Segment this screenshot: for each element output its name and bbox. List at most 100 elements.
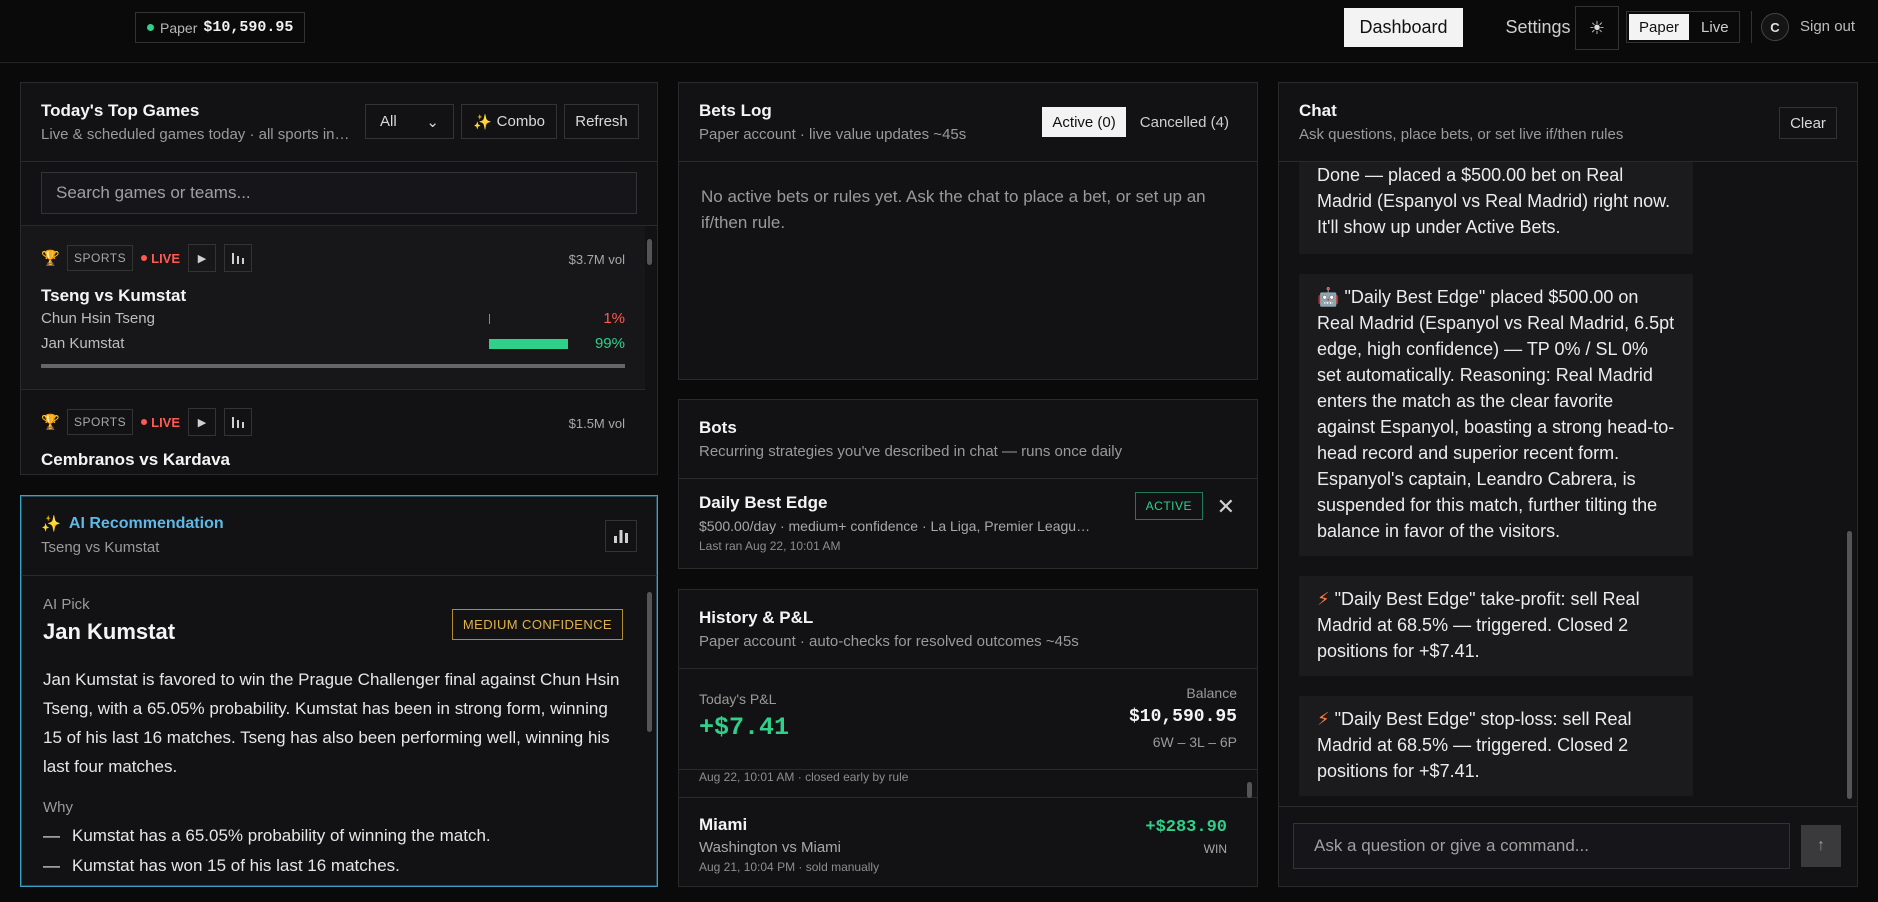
play-icon[interactable]: ▶ (188, 244, 217, 272)
account-label: Paper (160, 19, 198, 36)
trophy-icon: 🏆 (41, 250, 60, 267)
close-icon[interactable]: ✕ (1217, 494, 1235, 520)
avatar[interactable]: C (1761, 13, 1789, 41)
clear-chat-button[interactable]: Clear (1779, 107, 1837, 139)
history-amount-block: +$283.90 WIN (1145, 818, 1227, 856)
game-search-input[interactable] (41, 172, 637, 214)
header-divider (1751, 11, 1752, 43)
outcome-bar-low (489, 314, 490, 324)
outcome-row: Jan Kumstat 99% (41, 331, 625, 356)
win-loss-record: 6W – 3L – 6P (1152, 734, 1237, 750)
pnl-summary: Today's P&L +$7.41 Balance $10,590.95 6W… (679, 669, 1257, 770)
ai-summary: Jan Kumstat is favored to win the Prague… (43, 670, 620, 776)
chat-scroll-thumb[interactable] (1847, 531, 1852, 799)
ai-recommendation-body: AI Pick Jan Kumstat MEDIUM CONFIDENCE Ja… (21, 576, 657, 876)
outcome-name: Chun Hsin Tseng (41, 310, 155, 327)
chat-subtitle: Ask questions, place bets, or set live i… (1299, 126, 1624, 143)
game-volume: $1.5M vol (568, 416, 625, 431)
chat-message: 🤖 "Daily Best Edge" placed $500.00 on Re… (1299, 274, 1693, 556)
nav-dashboard[interactable]: Dashboard (1344, 8, 1463, 47)
bots-subtitle: Recurring strategies you've described in… (699, 443, 1123, 460)
history-subtitle: Paper account · auto-checks for resolved… (699, 633, 1079, 650)
chat-input[interactable] (1293, 823, 1790, 869)
why-text: Kumstat has won 15 of his last 16 matche… (72, 856, 400, 875)
balance-label: Balance (1186, 685, 1237, 701)
send-button[interactable]: ↑ (1801, 825, 1841, 867)
tab-active-bets[interactable]: Active (0) (1042, 107, 1126, 137)
game-search-wrap (21, 162, 657, 226)
chevron-down-icon: ⌄ (426, 113, 439, 131)
chat-message-text: "Daily Best Edge" take-profit: sell Real… (1317, 589, 1640, 661)
history-time: Aug 21, 10:04 PM · sold manually (699, 860, 880, 874)
sport-tag: SPORTS (67, 245, 134, 271)
chart-icon[interactable] (224, 244, 253, 272)
bot-description: $500.00/day · medium+ confidence · La Li… (699, 518, 1091, 534)
chat-message: ⚡ "Daily Best Edge" stop-loss: sell Real… (1299, 696, 1693, 796)
game-card[interactable]: 🏆 SPORTS LIVE ▶ $3.7M vol Tseng vs Kumst… (21, 226, 645, 390)
chat-input-bar: ↑ (1279, 806, 1857, 886)
live-dot-icon (141, 419, 148, 425)
dash-icon: — (43, 826, 60, 845)
chat-message: Done — placed a $500.00 bet on Real Madr… (1299, 162, 1693, 254)
mode-live-button[interactable]: Live (1691, 12, 1739, 42)
bots-header: Bots Recurring strategies you've describ… (679, 400, 1257, 479)
history-amount: +$283.90 (1145, 818, 1227, 837)
ai-chart-button[interactable] (605, 520, 637, 552)
history-result: WIN (1203, 842, 1227, 856)
chat-message-text: Done — placed a $500.00 bet on Real Madr… (1317, 165, 1671, 237)
history-scroll-thumb[interactable] (1247, 782, 1252, 798)
chat-title: Chat (1299, 101, 1337, 120)
live-badge: LIVE (141, 415, 180, 430)
account-balance-pill: Paper $10,590.95 (135, 12, 306, 43)
chart-icon[interactable] (224, 408, 253, 436)
sparkles-icon: ✨ (472, 113, 492, 131)
bot-status-badge: ACTIVE (1134, 492, 1203, 520)
live-label: LIVE (151, 414, 181, 430)
tab-cancelled-bets[interactable]: Cancelled (4) (1130, 107, 1239, 137)
top-games-header: Today's Top Games Live & scheduled games… (21, 83, 657, 162)
bets-empty-state: No active bets or rules yet. Ask the cha… (701, 187, 1206, 232)
bets-tabs: Active (0) Cancelled (4) (1042, 107, 1239, 137)
chat-panel: Chat Ask questions, place bets, or set l… (1278, 82, 1858, 887)
chat-message: ⚡ "Daily Best Edge" take-profit: sell Re… (1299, 576, 1693, 676)
combo-label: Combo (496, 113, 546, 130)
sport-filter-select[interactable]: All ⌄ (365, 104, 454, 139)
top-bar: Paper $10,590.95 Dashboard Settings ☀ Pa… (0, 0, 1878, 63)
arrow-up-icon: ↑ (1817, 837, 1825, 854)
refresh-button[interactable]: Refresh (564, 104, 639, 139)
outcome-name: Jan Kumstat (41, 335, 125, 352)
game-card[interactable]: 🏆 SPORTS LIVE ▶ $1.5M vol Cembranos vs K… (21, 390, 645, 474)
outcome-row: Chun Hsin Tseng 1% (41, 306, 625, 331)
outcome-pct: 99% (594, 335, 625, 352)
ai-recommendation-subtitle: Tseng vs Kumstat (41, 539, 160, 556)
history-panel: History & P&L Paper account · auto-check… (678, 589, 1258, 887)
why-item: — Kumstat has won 15 of his last 16 match… (43, 856, 637, 876)
combo-button[interactable]: ✨ Combo (461, 104, 557, 139)
robot-icon: 🤖 (1317, 287, 1340, 307)
live-dot-icon (141, 255, 148, 261)
sign-out-link[interactable]: Sign out (1800, 18, 1855, 35)
bets-log-panel: Bets Log Paper account · live value upda… (678, 82, 1258, 380)
lightning-icon: ⚡ (1317, 709, 1330, 729)
play-icon[interactable]: ▶ (188, 408, 217, 436)
ai-scroll-thumb[interactable] (647, 592, 652, 732)
ai-recommendation-header: ✨ AI Recommendation Tseng vs Kumstat (21, 496, 657, 576)
sun-icon: ☀ (1588, 17, 1606, 38)
history-row[interactable]: Miami Washington vs Miami Aug 21, 10:04 … (679, 798, 1257, 884)
outcome-pct: 1% (603, 310, 625, 327)
sport-tag: SPORTS (67, 409, 134, 435)
live-label: LIVE (151, 250, 181, 266)
theme-toggle-button[interactable]: ☀ (1575, 6, 1619, 50)
balance-block: Balance $10,590.95 6W – 3L – 6P (1129, 685, 1237, 750)
history-row-partial: Aug 22, 10:01 AM · closed early by rule (679, 770, 1257, 798)
confidence-badge: MEDIUM CONFIDENCE (451, 609, 623, 640)
history-header: History & P&L Paper account · auto-check… (679, 590, 1257, 669)
bar-chart-icon (614, 529, 628, 543)
game-list-scroll-thumb[interactable] (647, 239, 652, 265)
lightning-icon: ⚡ (1317, 589, 1330, 609)
top-games-controls: All ⌄ ✨ Combo Refresh (365, 104, 639, 139)
status-dot-icon (147, 24, 154, 31)
history-list: Aug 22, 10:01 AM · closed early by rule … (679, 770, 1257, 884)
mode-paper-button[interactable]: Paper (1629, 14, 1690, 40)
game-title: Cembranos vs Kardava (41, 450, 230, 469)
